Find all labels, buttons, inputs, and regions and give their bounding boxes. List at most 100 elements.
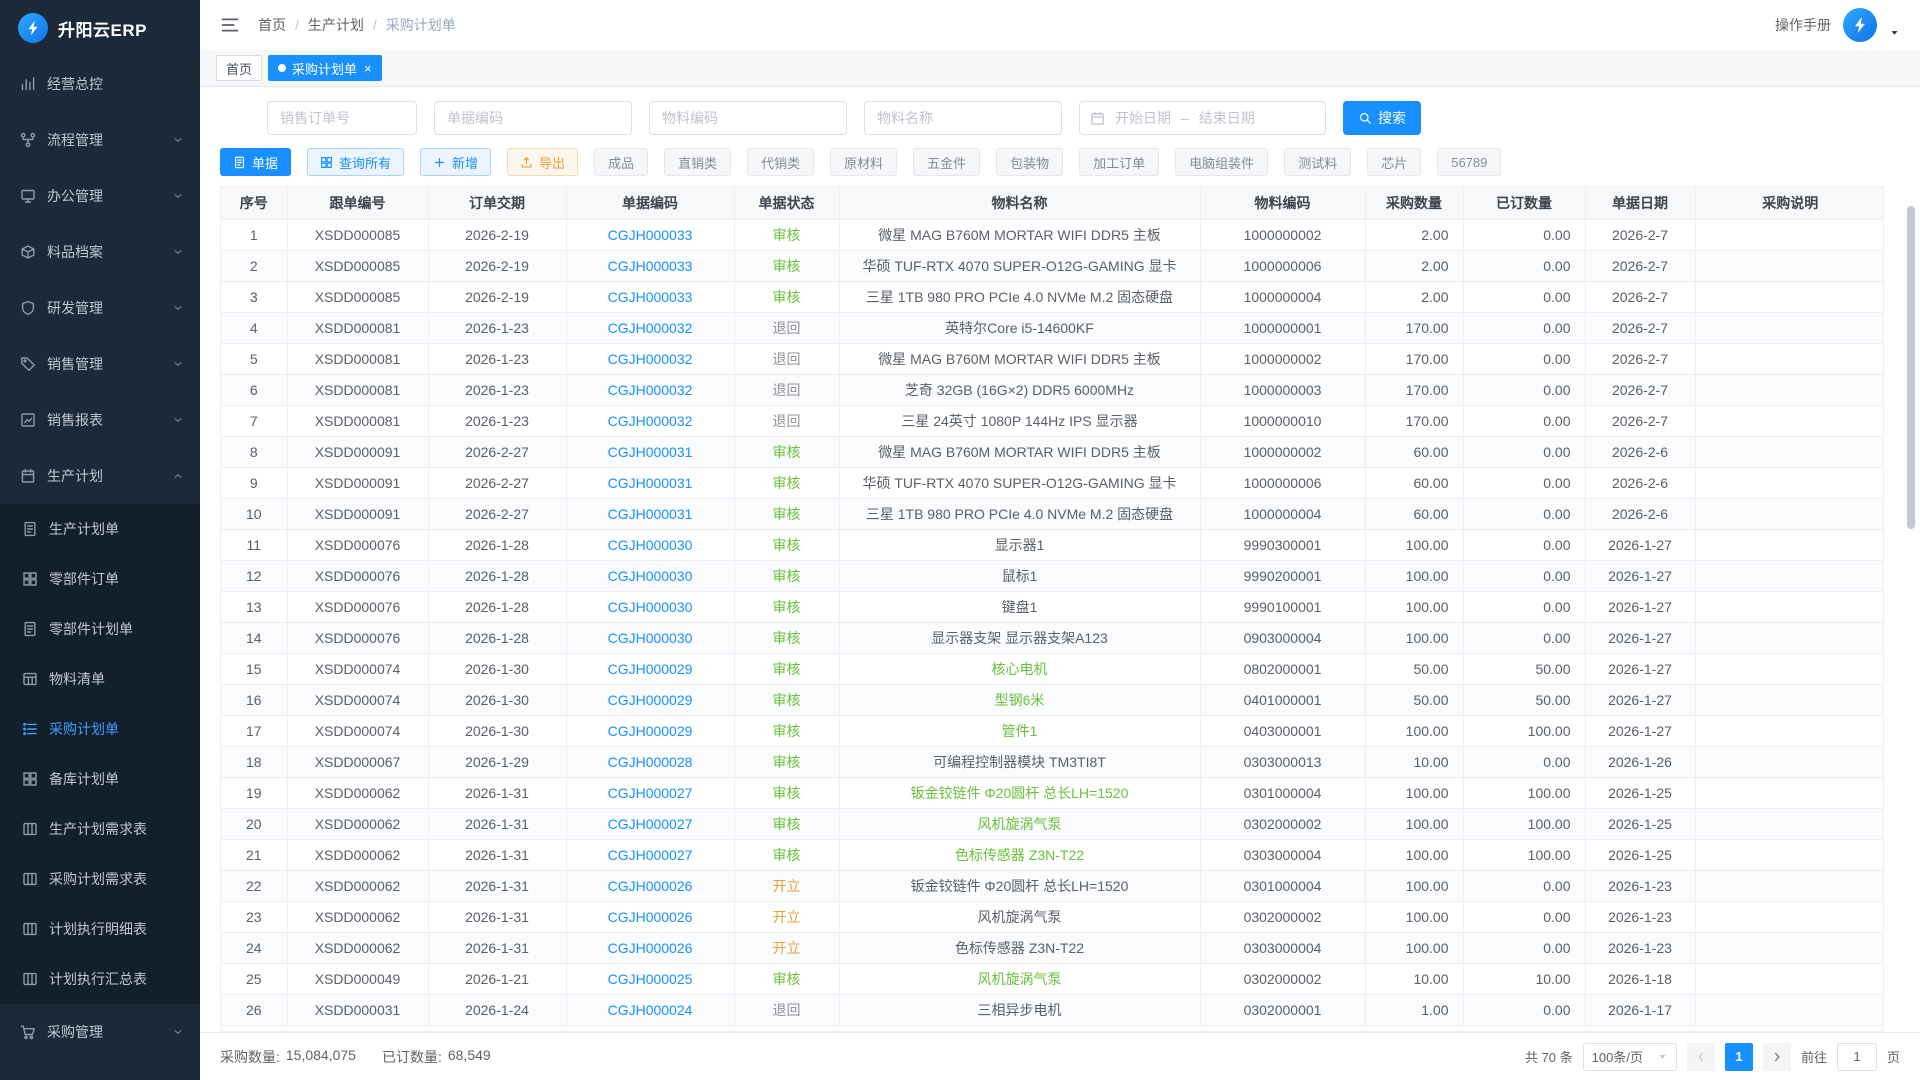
sub-item-plan-exec-summary[interactable]: 计划执行汇总表 <box>0 954 200 1004</box>
doc-no-link[interactable]: CGJH000029 <box>608 723 693 739</box>
table-row[interactable]: 6XSDD0000812026-1-23CGJH000032退回芝奇 32GB … <box>221 374 1884 405</box>
avatar[interactable] <box>1843 8 1877 42</box>
sidebar-item-purchase-mgmt[interactable]: 采购管理 <box>0 1004 200 1060</box>
sidebar-item-workshop-settings[interactable]: 车间设置 <box>0 1060 200 1080</box>
export-button[interactable]: 导出 <box>507 148 578 176</box>
goto-page-input[interactable] <box>1837 1043 1877 1071</box>
doc-no-link[interactable]: CGJH000026 <box>608 909 693 925</box>
doc-no-link[interactable]: CGJH000032 <box>608 382 693 398</box>
doc-no-link[interactable]: CGJH000030 <box>608 568 693 584</box>
table-row[interactable]: 10XSDD0000912026-2-27CGJH000031审核三星 1TB … <box>221 498 1884 529</box>
table-row[interactable]: 3XSDD0000852026-2-19CGJH000033审核三星 1TB 9… <box>221 281 1884 312</box>
doc-no-link[interactable]: CGJH000027 <box>608 785 693 801</box>
doc-no-link[interactable]: CGJH000030 <box>608 537 693 553</box>
table-row[interactable]: 11XSDD0000762026-1-28CGJH000030审核显示器1999… <box>221 529 1884 560</box>
sub-item-parts-plan-order[interactable]: 零部件计划单 <box>0 604 200 654</box>
sub-item-parts-order[interactable]: 零部件订单 <box>0 554 200 604</box>
doc-no-link[interactable]: CGJH000030 <box>608 599 693 615</box>
table-row[interactable]: 9XSDD0000912026-2-27CGJH000031审核华硕 TUF-R… <box>221 467 1884 498</box>
table-row[interactable]: 19XSDD0000622026-1-31CGJH000027审核钣金铰链件 Φ… <box>221 777 1884 808</box>
breadcrumb-production-plan[interactable]: 生产计划 <box>308 15 364 35</box>
sidebar-item-rd-mgmt[interactable]: 研发管理 <box>0 280 200 336</box>
sidebar-item-sales-reports[interactable]: 销售报表 <box>0 392 200 448</box>
category-chip-8[interactable]: 测试料 <box>1284 148 1351 176</box>
doc-no-link[interactable]: CGJH000032 <box>608 320 693 336</box>
doc-no-link[interactable]: CGJH000031 <box>608 506 693 522</box>
doc-no-link[interactable]: CGJH000028 <box>608 754 693 770</box>
table-row[interactable]: 16XSDD0000742026-1-30CGJH000029审核型钢6米040… <box>221 684 1884 715</box>
doc-no-link[interactable]: CGJH000024 <box>608 1002 693 1018</box>
query-all-button[interactable]: 查询所有 <box>307 148 404 176</box>
category-chip-7[interactable]: 电脑组装件 <box>1175 148 1268 176</box>
sales-order-input[interactable] <box>267 101 417 135</box>
doc-no-link[interactable]: CGJH000033 <box>608 258 693 274</box>
doc-no-link[interactable]: CGJH000029 <box>608 692 693 708</box>
doc-no-link[interactable]: CGJH000031 <box>608 444 693 460</box>
tab-home[interactable]: 首页 <box>216 55 262 81</box>
breadcrumb-home[interactable]: 首页 <box>258 15 286 35</box>
doc-no-link[interactable]: CGJH000026 <box>608 940 693 956</box>
hamburger-icon[interactable] <box>220 15 240 35</box>
doc-no-link[interactable]: CGJH000027 <box>608 816 693 832</box>
page-size-select[interactable]: 100条/页 <box>1583 1043 1677 1071</box>
category-chip-1[interactable]: 直销类 <box>664 148 731 176</box>
sub-item-production-plan-demand[interactable]: 生产计划需求表 <box>0 804 200 854</box>
table-row[interactable]: 25XSDD0000492026-1-21CGJH000025审核风机旋涡气泵0… <box>221 963 1884 994</box>
table-row[interactable]: 7XSDD0000812026-1-23CGJH000032退回三星 24英寸 … <box>221 405 1884 436</box>
doc-no-link[interactable]: CGJH000031 <box>608 475 693 491</box>
table-row[interactable]: 26XSDD0000312026-1-24CGJH000024退回三相异步电机0… <box>221 994 1884 1025</box>
table-row[interactable]: 24XSDD0000622026-1-31CGJH000026开立色标传感器 Z… <box>221 932 1884 963</box>
table-row[interactable]: 12XSDD0000762026-1-28CGJH000030审核鼠标19990… <box>221 560 1884 591</box>
category-chip-3[interactable]: 原材料 <box>830 148 897 176</box>
category-chip-2[interactable]: 代销类 <box>747 148 814 176</box>
doc-no-link[interactable]: CGJH000026 <box>608 878 693 894</box>
material-name-input[interactable] <box>864 101 1062 135</box>
table-row[interactable]: 14XSDD0000762026-1-28CGJH000030审核显示器支架 显… <box>221 622 1884 653</box>
sidebar-item-material-files[interactable]: 料品档案 <box>0 224 200 280</box>
table-row[interactable]: 21XSDD0000622026-1-31CGJH000027审核色标传感器 Z… <box>221 839 1884 870</box>
table-row[interactable]: 1XSDD0000852026-2-19CGJH000033审核微星 MAG B… <box>221 219 1884 250</box>
table-row[interactable]: 5XSDD0000812026-1-23CGJH000032退回微星 MAG B… <box>221 343 1884 374</box>
vertical-scrollbar[interactable] <box>1907 206 1915 529</box>
category-chip-9[interactable]: 芯片 <box>1367 148 1421 176</box>
sub-item-purchase-plan-order[interactable]: 采购计划单 <box>0 704 200 754</box>
category-chip-6[interactable]: 加工订单 <box>1079 148 1159 176</box>
date-range-picker[interactable]: 开始日期 – 结束日期 <box>1079 101 1326 135</box>
doc-no-link[interactable]: CGJH000032 <box>608 413 693 429</box>
sidebar-item-production-plan[interactable]: 生产计划 <box>0 448 200 504</box>
sidebar-item-process-mgmt[interactable]: 流程管理 <box>0 112 200 168</box>
table-row[interactable]: 22XSDD0000622026-1-31CGJH000026开立钣金铰链件 Φ… <box>221 870 1884 901</box>
sub-item-stock-plan-order[interactable]: 备库计划单 <box>0 754 200 804</box>
doc-no-link[interactable]: CGJH000029 <box>608 661 693 677</box>
category-chip-10[interactable]: 56789 <box>1437 148 1501 176</box>
sub-item-production-plan-order[interactable]: 生产计划单 <box>0 504 200 554</box>
table-row[interactable]: 23XSDD0000622026-1-31CGJH000026开立风机旋涡气泵0… <box>221 901 1884 932</box>
add-button[interactable]: 新增 <box>420 148 491 176</box>
tab-purchase-plan[interactable]: 采购计划单 × <box>268 55 382 81</box>
manual-link[interactable]: 操作手册 <box>1775 15 1831 35</box>
table-row[interactable]: 4XSDD0000812026-1-23CGJH000032退回英特尔Core … <box>221 312 1884 343</box>
doc-no-link[interactable]: CGJH000027 <box>608 847 693 863</box>
avatar-caret-icon[interactable] <box>1889 27 1900 38</box>
table-row[interactable]: 13XSDD0000762026-1-28CGJH000030审核键盘19990… <box>221 591 1884 622</box>
table-row[interactable]: 2XSDD0000852026-2-19CGJH000033审核华硕 TUF-R… <box>221 250 1884 281</box>
doc-no-link[interactable]: CGJH000030 <box>608 630 693 646</box>
sub-item-bom[interactable]: 物料清单 <box>0 654 200 704</box>
category-chip-0[interactable]: 成品 <box>594 148 648 176</box>
table-row[interactable]: 18XSDD0000672026-1-29CGJH000028审核可编程控制器模… <box>221 746 1884 777</box>
table-row[interactable]: 15XSDD0000742026-1-30CGJH000029审核核心电机080… <box>221 653 1884 684</box>
search-button[interactable]: 搜索 <box>1343 101 1421 135</box>
category-chip-5[interactable]: 包装物 <box>996 148 1063 176</box>
prev-page-button[interactable] <box>1687 1043 1715 1071</box>
category-chip-4[interactable]: 五金件 <box>913 148 980 176</box>
doc-no-link[interactable]: CGJH000033 <box>608 227 693 243</box>
table-row[interactable]: 20XSDD0000622026-1-31CGJH000027审核风机旋涡气泵0… <box>221 808 1884 839</box>
current-page-button[interactable]: 1 <box>1725 1043 1753 1071</box>
doc-code-input[interactable] <box>434 101 632 135</box>
next-page-button[interactable] <box>1763 1043 1791 1071</box>
doc-button[interactable]: 单据 <box>220 148 291 176</box>
table-row[interactable]: 17XSDD0000742026-1-30CGJH000029审核管件10403… <box>221 715 1884 746</box>
sub-item-purchase-plan-demand[interactable]: 采购计划需求表 <box>0 854 200 904</box>
table-row[interactable]: 8XSDD0000912026-2-27CGJH000031审核微星 MAG B… <box>221 436 1884 467</box>
material-code-input[interactable] <box>649 101 847 135</box>
